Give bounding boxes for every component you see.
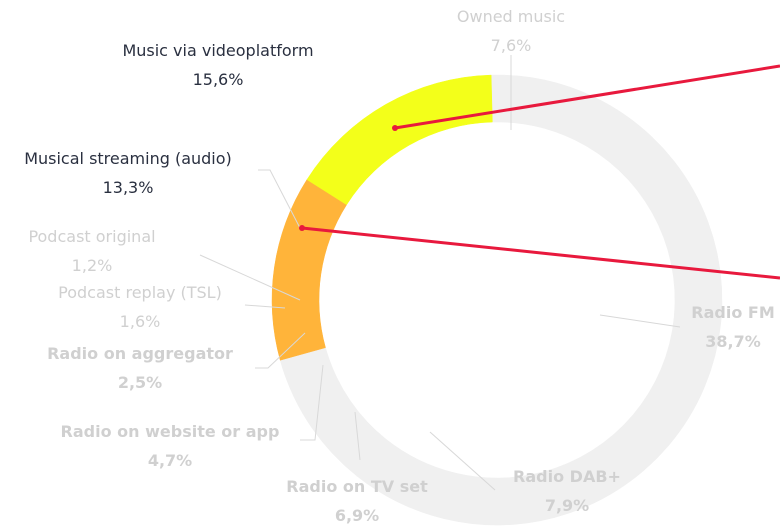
value-radio-fm: 38,7%	[705, 332, 761, 351]
label-music-video: Music via videoplatform	[122, 41, 313, 60]
label-radio-agg: Radio on aggregator	[47, 344, 233, 363]
slice-music-video	[306, 74, 493, 206]
label-podcast-orig: Podcast original	[28, 227, 155, 246]
value-podcast-replay: 1,6%	[120, 312, 161, 331]
label-owned: Owned music	[457, 7, 565, 26]
label-radio-dab: Radio DAB+	[513, 467, 621, 486]
value-music-video: 15,6%	[193, 70, 244, 89]
value-radio-web: 4,7%	[148, 451, 192, 470]
label-radio-fm: Radio FM	[691, 303, 774, 322]
highlight-dot-0	[392, 125, 398, 131]
highlight-dot-1	[299, 225, 305, 231]
label-podcast-replay: Podcast replay (TSL)	[58, 283, 222, 302]
value-podcast-orig: 1,2%	[72, 256, 113, 275]
value-owned: 7,6%	[491, 36, 532, 55]
label-radio-tv: Radio on TV set	[286, 477, 428, 496]
label-music-stream: Musical streaming (audio)	[24, 149, 232, 168]
value-radio-tv: 6,9%	[335, 506, 379, 525]
leader-line-radio-fm	[599, 314, 681, 328]
slice-music-stream	[271, 179, 347, 361]
donut-chart: Owned music 7,6% Radio FM 38,7% Radio DAB+ 7,…	[24, 7, 780, 526]
value-music-stream: 13,3%	[103, 178, 154, 197]
value-radio-dab: 7,9%	[545, 496, 589, 515]
value-radio-agg: 2,5%	[118, 373, 162, 392]
label-radio-web: Radio on website or app	[61, 422, 280, 441]
